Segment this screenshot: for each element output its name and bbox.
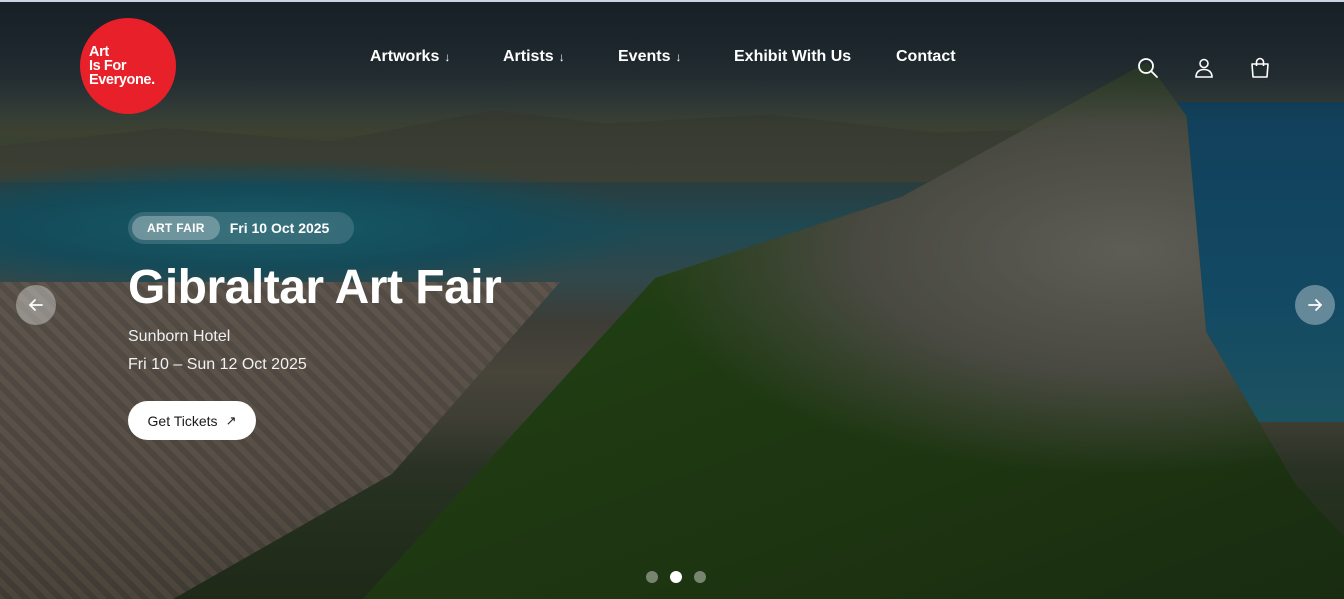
shopping-bag-icon[interactable] [1248,56,1272,80]
slider-prev-button[interactable] [16,285,56,325]
slider-next-button[interactable] [1295,285,1335,325]
nav-item-label: Events [618,48,671,65]
arrow-down-icon: ↓ [558,50,565,64]
slider-dot-1[interactable] [646,571,658,583]
nav-item-label: Contact [896,48,956,65]
event-venue: Sunborn Hotel [128,328,231,345]
logo-line-3: Everyone. [89,72,155,88]
event-start-date: Fri 10 Oct 2025 [229,220,330,236]
user-icon[interactable] [1192,56,1216,80]
event-category-badge: ART FAIR [132,216,220,240]
arrow-down-icon: ↓ [444,50,451,64]
arrow-left-icon [29,299,43,311]
hero-title: Gibraltar Art Fair [128,261,502,314]
slider-pagination [646,571,706,583]
nav-item-artworks[interactable]: Artworks ↓ [370,48,450,66]
site-logo[interactable]: Art Is For Everyone. [80,18,176,114]
logo-line-2: Is For [89,58,127,74]
nav-item-label: Exhibit With Us [734,48,852,65]
get-tickets-button[interactable]: Get Tickets ↗ [128,401,256,440]
nav-item-events[interactable]: Events ↓ [618,48,681,66]
nav-item-artists[interactable]: Artists ↓ [503,48,565,66]
external-link-icon: ↗ [225,412,237,428]
nav-item-contact[interactable]: Contact [896,48,956,66]
arrow-right-icon [1308,299,1322,311]
event-meta-pill: ART FAIR Fri 10 Oct 2025 [128,212,354,244]
nav-item-label: Artists [503,48,554,65]
nav-item-label: Artworks [370,48,440,65]
nav-item-exhibit-with-us[interactable]: Exhibit With Us [734,48,851,66]
get-tickets-label: Get Tickets [147,412,218,429]
logo-line-1: Art [89,44,109,60]
search-icon[interactable] [1136,56,1160,80]
hero-section: Art Is For Everyone. Artworks ↓ Artists … [0,0,1344,599]
event-date-range: Fri 10 – Sun 12 Oct 2025 [128,356,307,373]
slider-dot-2[interactable] [670,571,682,583]
arrow-down-icon: ↓ [675,50,682,64]
slider-dot-3[interactable] [694,571,706,583]
